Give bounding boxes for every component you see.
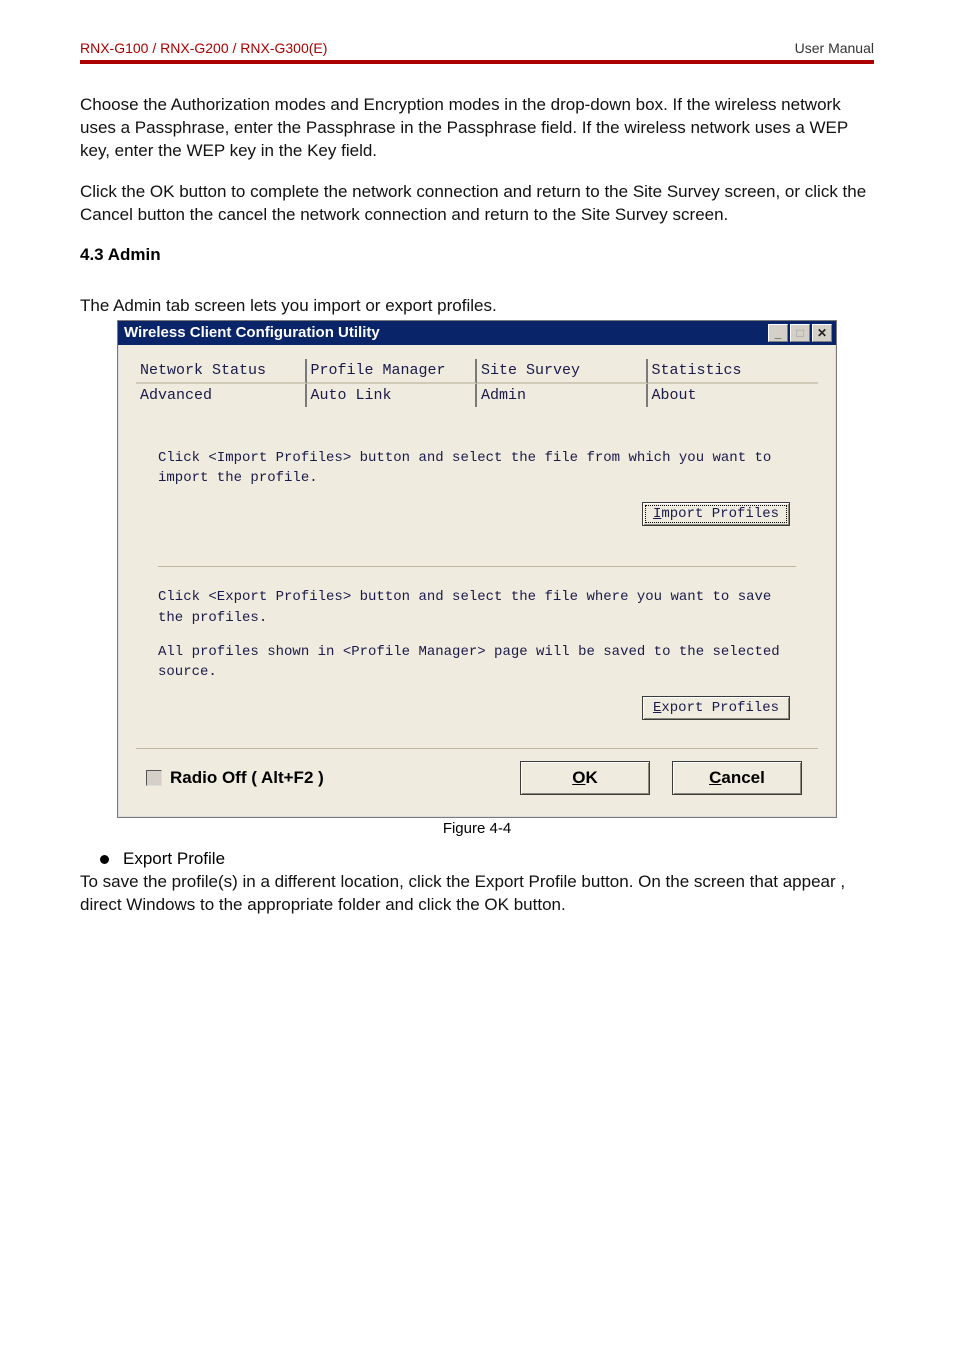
tab-auto-link[interactable]: Auto Link	[307, 384, 478, 407]
page-header: RNX-G100 / RNX-G200 / RNX-G300(E) User M…	[80, 40, 874, 56]
tab-admin[interactable]: Admin	[477, 384, 648, 407]
titlebar: Wireless Client Configuration Utility _ …	[118, 321, 836, 345]
window-minimize-button[interactable]: _	[768, 324, 788, 342]
tab-strip: Network Status Profile Manager Site Surv…	[136, 359, 818, 384]
import-profiles-button[interactable]: Import Profiles	[642, 502, 790, 526]
window-close-button[interactable]: ✕	[812, 324, 832, 342]
dialog-bottom-bar: Radio Off ( Alt+F2 ) OK Cancel	[136, 748, 818, 801]
export-instruction-text-1: Click <Export Profiles> button and selec…	[158, 587, 796, 628]
paragraph-lead: The Admin tab screen lets you import or …	[80, 295, 874, 318]
ok-button[interactable]: OK	[520, 761, 650, 795]
cancel-button[interactable]: Cancel	[672, 761, 802, 795]
tab-about[interactable]: About	[648, 384, 819, 407]
header-right: User Manual	[795, 40, 874, 56]
window-maximize-button[interactable]: □	[790, 324, 810, 342]
paragraph-intro-1: Choose the Authorization modes and Encry…	[80, 94, 874, 163]
tab-statistics[interactable]: Statistics	[648, 359, 819, 384]
tab-site-survey[interactable]: Site Survey	[477, 359, 648, 384]
radio-off-checkbox[interactable]	[146, 770, 162, 786]
paragraph-after-bullet: To save the profile(s) in a different lo…	[80, 871, 874, 917]
section-heading: 4.3 Admin	[80, 245, 874, 265]
tab-network-status[interactable]: Network Status	[136, 359, 307, 384]
titlebar-title: Wireless Client Configuration Utility	[124, 324, 380, 341]
dialog-window: Wireless Client Configuration Utility _ …	[117, 320, 837, 819]
export-instruction-text-2: All profiles shown in <Profile Manager> …	[158, 642, 796, 683]
paragraph-intro-2: Click the OK button to complete the netw…	[80, 181, 874, 227]
import-instruction-text: Click <Import Profiles> button and selec…	[158, 448, 796, 489]
header-rule	[80, 60, 874, 64]
figure-caption: Figure 4-4	[80, 820, 874, 837]
bullet-export-profile: Export Profile	[80, 849, 874, 869]
header-left: RNX-G100 / RNX-G200 / RNX-G300(E)	[80, 40, 327, 56]
import-section: Click <Import Profiles> button and selec…	[158, 447, 796, 545]
bullet-label: Export Profile	[123, 849, 225, 869]
tab-profile-manager[interactable]: Profile Manager	[307, 359, 478, 384]
radio-off-label: Radio Off ( Alt+F2 )	[170, 768, 324, 788]
tab-advanced[interactable]: Advanced	[136, 384, 307, 407]
bullet-icon	[100, 855, 109, 864]
export-profiles-button[interactable]: Export Profiles	[642, 696, 790, 720]
export-section: Click <Export Profiles> button and selec…	[158, 566, 796, 738]
